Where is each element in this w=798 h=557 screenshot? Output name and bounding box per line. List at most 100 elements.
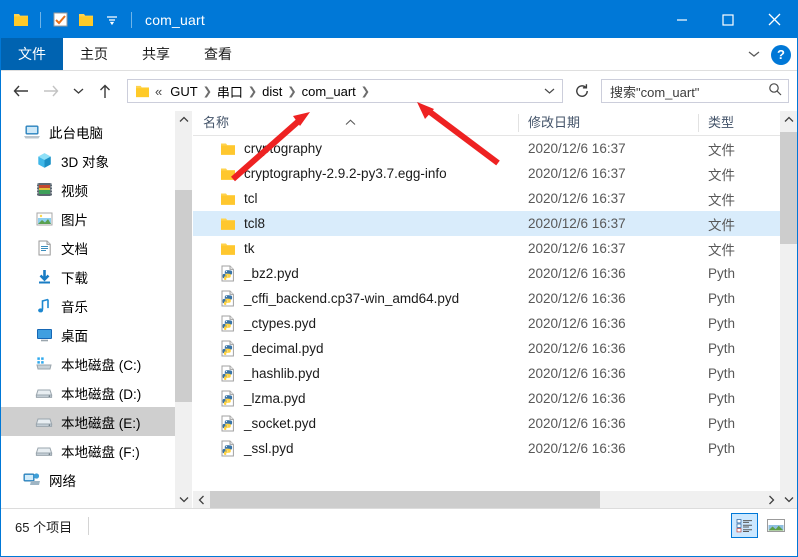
sidebar-item-2[interactable]: 视频 <box>1 175 192 204</box>
tab-view[interactable]: 查看 <box>187 38 249 70</box>
horizontal-scroll-track[interactable] <box>210 491 763 508</box>
tab-file[interactable]: 文件 <box>1 38 63 70</box>
file-type-label: 文件 <box>708 167 735 183</box>
file-scroll-thumb[interactable] <box>780 132 797 244</box>
table-row[interactable]: tk 2020/12/6 16:37 文件 <box>193 236 797 261</box>
folder-icon <box>219 140 236 157</box>
drive-icon <box>35 442 53 460</box>
new-folder-icon[interactable] <box>76 10 96 30</box>
up-button[interactable] <box>91 76 119 106</box>
title-bar: com_uart <box>1 1 797 38</box>
cell-name: _decimal.pyd <box>193 336 518 361</box>
cell-date: 2020/12/6 16:36 <box>518 386 698 411</box>
breadcrumb-separator-icon-3[interactable]: ❯ <box>286 85 297 98</box>
tab-share[interactable]: 共享 <box>125 38 187 70</box>
scroll-left-icon[interactable] <box>193 491 210 508</box>
file-type-label: Pyth <box>708 341 736 356</box>
table-row[interactable]: _hashlib.pyd 2020/12/6 16:36 Pyth <box>193 361 797 386</box>
windows-drive-icon <box>35 355 53 373</box>
folder-icon <box>219 240 236 257</box>
table-row[interactable]: tcl 2020/12/6 16:37 文件 <box>193 186 797 211</box>
file-list-scrollbar[interactable] <box>780 111 797 508</box>
search-input[interactable]: 搜索"com_uart" <box>601 79 789 103</box>
sidebar-item-0[interactable]: 此台电脑 <box>1 117 192 146</box>
cell-name: cryptography-2.9.2-py3.7.egg-info <box>193 161 518 186</box>
breadcrumb-item-gut[interactable]: GUT <box>166 84 201 99</box>
breadcrumb-item-chuankou[interactable]: 串口 <box>213 82 247 101</box>
documents-icon <box>35 239 53 257</box>
chevron-down-icon[interactable] <box>747 46 761 64</box>
file-scroll-track[interactable] <box>780 128 797 491</box>
file-explorer-window: com_uart 文件 主页 共享 查看 ? « GUT ❯ 串口 ❯ dist… <box>0 0 798 557</box>
file-date-label: 2020/12/6 16:36 <box>528 366 626 381</box>
table-row[interactable]: _bz2.pyd 2020/12/6 16:36 Pyth <box>193 261 797 286</box>
customize-qat-icon[interactable] <box>102 10 122 30</box>
sidebar-item-10[interactable]: 本地磁盘 (E:) <box>1 407 192 436</box>
column-header-type[interactable]: 类型 <box>698 111 758 135</box>
breadcrumb-item-dist[interactable]: dist <box>258 84 286 99</box>
breadcrumb-item-com-uart[interactable]: com_uart <box>298 84 360 99</box>
sidebar-item-11[interactable]: 本地磁盘 (F:) <box>1 436 192 465</box>
address-bar[interactable]: « GUT ❯ 串口 ❯ dist ❯ com_uart ❯ <box>127 79 563 103</box>
cell-date: 2020/12/6 16:36 <box>518 286 698 311</box>
sidebar-item-9[interactable]: 本地磁盘 (D:) <box>1 378 192 407</box>
python-file-icon <box>219 365 236 382</box>
breadcrumb-overflow[interactable]: « <box>151 84 166 99</box>
sidebar-item-6[interactable]: 音乐 <box>1 291 192 320</box>
sidebar-item-8[interactable]: 本地磁盘 (C:) <box>1 349 192 378</box>
table-row[interactable]: tcl8 2020/12/6 16:37 文件 <box>193 211 797 236</box>
cell-date: 2020/12/6 16:36 <box>518 261 698 286</box>
cell-date: 2020/12/6 16:37 <box>518 161 698 186</box>
column-header-date[interactable]: 修改日期 <box>518 111 698 135</box>
help-icon[interactable]: ? <box>771 44 791 65</box>
table-row[interactable]: _ssl.pyd 2020/12/6 16:36 Pyth <box>193 436 797 461</box>
sidebar-item-label: 本地磁盘 (E:) <box>61 415 141 431</box>
recent-locations-button[interactable] <box>67 76 89 106</box>
table-row[interactable]: _lzma.pyd 2020/12/6 16:36 Pyth <box>193 386 797 411</box>
forward-button[interactable] <box>37 76 65 106</box>
sidebar-item-1[interactable]: 3D 对象 <box>1 146 192 175</box>
file-list-horizontal-scrollbar[interactable] <box>193 491 780 508</box>
table-row[interactable]: cryptography 2020/12/6 16:37 文件 <box>193 136 797 161</box>
sidebar-item-4[interactable]: 文档 <box>1 233 192 262</box>
folder-icon[interactable] <box>11 10 31 30</box>
table-row[interactable]: _cffi_backend.cp37-win_amd64.pyd 2020/12/… <box>193 286 797 311</box>
table-row[interactable]: _socket.pyd 2020/12/6 16:36 Pyth <box>193 411 797 436</box>
horizontal-scroll-thumb[interactable] <box>210 491 600 508</box>
properties-icon[interactable] <box>50 10 70 30</box>
view-mode-buttons <box>731 513 789 538</box>
file-name-label: cryptography <box>244 141 323 156</box>
sidebar-item-12[interactable]: 网络 <box>1 465 192 494</box>
scroll-up-icon[interactable] <box>175 111 192 128</box>
sidebar-item-3[interactable]: 图片 <box>1 204 192 233</box>
refresh-button[interactable] <box>569 78 595 104</box>
file-scroll-down-icon[interactable] <box>780 491 797 508</box>
navigation-scroll-track[interactable] <box>175 128 192 491</box>
python-file-icon <box>219 290 236 307</box>
close-button[interactable] <box>751 1 797 38</box>
breadcrumb-separator-icon-4[interactable]: ❯ <box>360 85 371 98</box>
qat-separator-2 <box>131 11 132 28</box>
address-dropdown-icon[interactable] <box>538 86 560 96</box>
details-view-button[interactable] <box>731 513 758 538</box>
table-row[interactable]: cryptography-2.9.2-py3.7.egg-info 2020/12… <box>193 161 797 186</box>
large-icons-view-button[interactable] <box>762 513 789 538</box>
table-row[interactable]: _decimal.pyd 2020/12/6 16:36 Pyth <box>193 336 797 361</box>
sidebar-item-5[interactable]: 下载 <box>1 262 192 291</box>
scroll-down-icon[interactable] <box>175 491 192 508</box>
search-icon[interactable] <box>768 82 782 101</box>
cell-name: tcl8 <box>193 211 518 236</box>
navigation-scrollbar[interactable] <box>175 111 192 508</box>
tab-home[interactable]: 主页 <box>63 38 125 70</box>
breadcrumb-separator-icon-1[interactable]: ❯ <box>202 85 213 98</box>
minimize-button[interactable] <box>659 1 705 38</box>
breadcrumb-separator-icon-2[interactable]: ❯ <box>247 85 258 98</box>
table-row[interactable]: _ctypes.pyd 2020/12/6 16:36 Pyth <box>193 311 797 336</box>
sidebar-item-label: 桌面 <box>61 328 88 344</box>
scroll-right-icon[interactable] <box>763 491 780 508</box>
back-button[interactable] <box>7 76 35 106</box>
sidebar-item-7[interactable]: 桌面 <box>1 320 192 349</box>
navigation-scroll-thumb[interactable] <box>175 190 192 402</box>
file-scroll-up-icon[interactable] <box>780 111 797 128</box>
maximize-button[interactable] <box>705 1 751 38</box>
